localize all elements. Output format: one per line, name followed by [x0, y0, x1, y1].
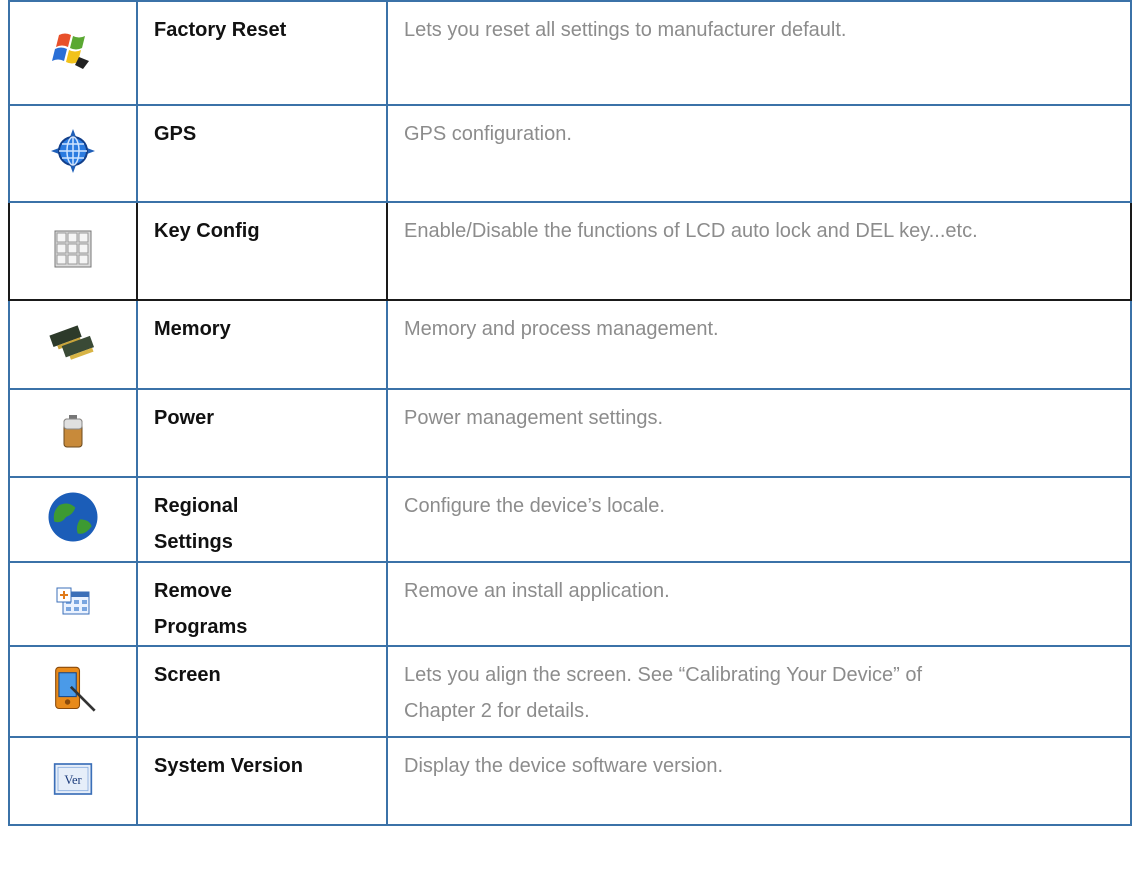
icon-cell — [8, 201, 138, 301]
setting-name-cell: Factory Reset — [136, 0, 388, 106]
setting-name-cell: Power — [136, 388, 388, 478]
setting-description-cell: GPS configuration. — [386, 104, 1132, 203]
battery-icon — [63, 414, 83, 447]
icon-cell — [8, 299, 138, 390]
setting-name: Key Config — [154, 220, 260, 242]
setting-description: Enable/Disable the functions of LCD auto… — [404, 220, 978, 242]
memory-chips-icon — [49, 325, 95, 360]
setting-description-cell: Power management settings. — [386, 388, 1132, 478]
setting-description-line: Lets you align the screen. See “Calibrat… — [404, 664, 923, 686]
icon-cell: Ver — [8, 736, 138, 826]
setting-description: GPS configuration. — [404, 123, 572, 145]
globe-icon — [48, 492, 98, 542]
setting-description-cell: Lets you align the screen. See “Calibrat… — [386, 645, 1132, 738]
setting-name-cell: Key Config — [136, 201, 388, 301]
table-row: Ver System Version Display the device so… — [8, 736, 1132, 826]
setting-name-line: Programs — [154, 616, 248, 638]
setting-description-cell: Display the device software version. — [386, 736, 1132, 826]
icon-cell — [8, 104, 138, 203]
remove-programs-icon — [56, 587, 90, 614]
setting-description: Configure the device’s locale. — [404, 495, 665, 517]
setting-description-line: Chapter 2 for details. — [404, 700, 590, 722]
setting-description-cell: Lets you reset all settings to manufactu… — [386, 0, 1132, 106]
ver-badge-icon: Ver — [53, 762, 93, 795]
keypad-icon — [54, 230, 92, 267]
setting-name: Power — [154, 407, 215, 429]
setting-description-cell: Remove an install application. — [386, 561, 1132, 647]
setting-name: Screen — [154, 664, 221, 686]
setting-description: Remove an install application. — [404, 580, 670, 602]
setting-name-cell: Remove Programs — [136, 561, 388, 647]
settings-table: Factory Reset Lets you reset all setting… — [8, 0, 1132, 826]
setting-description: Display the device software version. — [404, 755, 724, 777]
setting-name: System Version — [154, 755, 303, 777]
table-row: Remove Programs Remove an install applic… — [8, 561, 1132, 647]
ver-badge-text: Ver — [64, 773, 82, 787]
setting-name-line: Regional — [154, 495, 239, 517]
setting-name-cell: Memory — [136, 299, 388, 390]
setting-name-cell: System Version — [136, 736, 388, 826]
table-row: Power Power management settings. — [8, 388, 1132, 478]
setting-name: Memory — [154, 318, 231, 340]
icon-cell — [8, 645, 138, 738]
setting-name-cell: Screen — [136, 645, 388, 738]
setting-description-cell: Configure the device’s locale. — [386, 476, 1132, 563]
setting-name-cell: Regional Settings — [136, 476, 388, 563]
icon-cell — [8, 476, 138, 563]
setting-name-cell: GPS — [136, 104, 388, 203]
table-row: GPS GPS configuration. — [8, 104, 1132, 203]
setting-description: Memory and process management. — [404, 318, 719, 340]
windows-flag-reset-icon — [52, 33, 89, 69]
icon-cell — [8, 0, 138, 106]
setting-name: GPS — [154, 123, 197, 145]
table-row: Regional Settings Configure the device’s… — [8, 476, 1132, 563]
setting-name-line: Remove — [154, 580, 232, 602]
table-row: Memory Memory and process management. — [8, 299, 1132, 390]
setting-description-cell: Memory and process management. — [386, 299, 1132, 390]
setting-name: Factory Reset — [154, 19, 287, 41]
gps-globe-icon — [51, 129, 95, 173]
pda-stylus-icon — [55, 666, 96, 712]
icon-cell — [8, 561, 138, 647]
icon-cell — [8, 388, 138, 478]
table-row: Key Config Enable/Disable the functions … — [8, 201, 1132, 301]
setting-description: Power management settings. — [404, 407, 664, 429]
setting-name-line: Settings — [154, 531, 233, 553]
setting-description: Lets you reset all settings to manufactu… — [404, 19, 847, 41]
table-row: Factory Reset Lets you reset all setting… — [8, 0, 1132, 106]
table-row: Screen Lets you align the screen. See “C… — [8, 645, 1132, 738]
setting-description-cell: Enable/Disable the functions of LCD auto… — [386, 201, 1132, 301]
